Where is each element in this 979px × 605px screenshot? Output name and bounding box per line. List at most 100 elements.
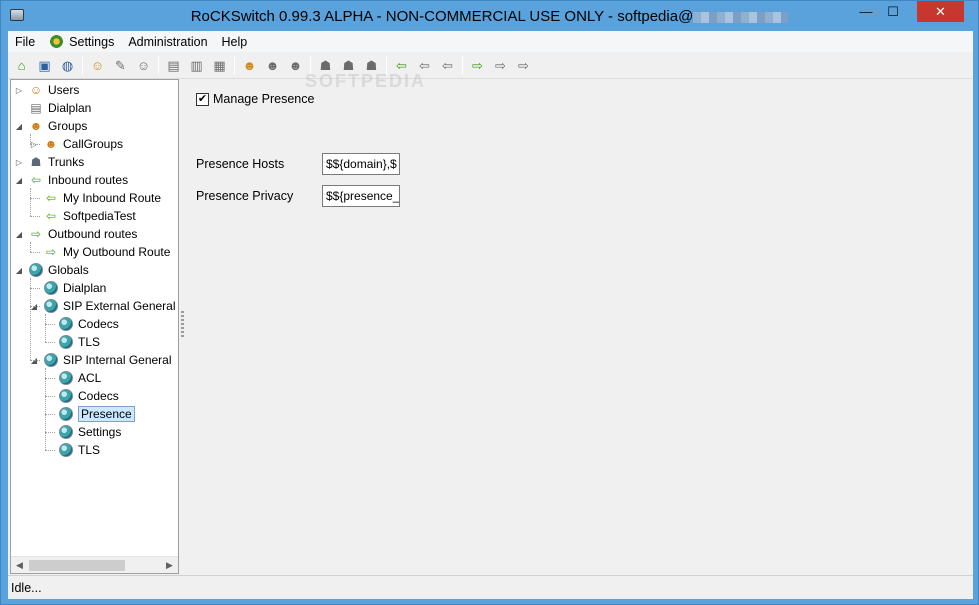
tree-item[interactable]: ☻ CallGroups [43,135,123,153]
tree-expander-icon[interactable]: ◢ [15,230,23,239]
tree-item[interactable]: ⇦ Inbound routes [28,171,128,189]
globe-shape [59,407,73,421]
trunk-icon: ☗ [30,155,42,169]
tree-item[interactable]: ☺ Users [28,81,79,99]
remove-user-icon[interactable]: ☺ [133,55,154,76]
maximize-button[interactable]: ☐ [880,1,906,22]
manage-presence-row[interactable]: ✔ Manage Presence [196,92,314,106]
globe-shape [59,335,73,349]
tree-item[interactable]: ACL [58,369,101,387]
tree-item[interactable]: Codecs [58,387,119,405]
remove-group-icon[interactable]: ☻ [285,55,306,76]
tree-item[interactable]: ⇦ My Inbound Route [43,189,161,207]
navigation-tree[interactable]: ▷ ☺ Users ▤ Dialplan ◢ ☻ Groups ▷ ☻ CallGroups ▷ ☗ Tr… [11,80,178,556]
tree-item[interactable]: Settings [58,423,121,441]
tree-item[interactable]: SIP Internal General [43,351,172,369]
horizontal-scrollbar[interactable]: ◀ ▶ [11,556,178,573]
globe-icon [43,352,59,368]
remove-trunk-icon[interactable]: ☗ [361,55,382,76]
presence-privacy-input[interactable]: $${presence_p [322,185,400,207]
edit-inbound-route-icon[interactable]: ⇦ [414,55,435,76]
tree-connector [45,450,55,451]
tree-connector [30,198,40,199]
tree-item[interactable]: TLS [58,333,100,351]
remove-dialplan-icon[interactable]: ▦ [209,55,230,76]
presence-hosts-input[interactable]: $${domain},$ [322,153,400,175]
globe-icon [43,298,59,314]
tree-item[interactable]: ⇨ My Outbound Route [43,243,170,261]
tree-item-label: Users [48,83,80,97]
globe-shape [59,371,73,385]
edit-outbound-route-icon[interactable]: ⇨ [490,55,511,76]
tree-item-label: Outbound routes [48,227,138,241]
globe-icon [58,442,74,458]
tree-item[interactable]: SIP External General [43,297,176,315]
tree-expander-icon[interactable]: ◢ [15,122,23,131]
remove-inbound-route-icon[interactable]: ⇦ [437,55,458,76]
tree-expander-icon[interactable]: ◢ [15,266,23,275]
toolbar-separator [386,55,387,75]
edit-trunk-icon[interactable]: ☗ [338,55,359,76]
menu-bar: File Settings Administration Help [8,31,973,52]
tree-item-label: Globals [48,263,89,277]
add-dialplan-icon[interactable]: ▤ [163,55,184,76]
toolbar-separator [82,55,83,75]
add-user-icon[interactable]: ☺ [87,55,108,76]
navigation-tree-panel: ▷ ☺ Users ▤ Dialplan ◢ ☻ Groups ▷ ☻ CallGroups ▷ ☗ Tr… [10,79,179,574]
scroll-right-icon[interactable]: ▶ [161,557,178,573]
outbound-arrow-icon: ⇨ [30,227,42,241]
add-trunk-icon[interactable]: ☗ [315,55,336,76]
tree-connector [45,324,55,325]
edit-user-icon[interactable]: ✎ [110,55,131,76]
tree-item[interactable]: Globals [28,261,89,279]
tree-expander-icon[interactable]: ▷ [15,158,23,167]
tree-item[interactable]: ⇦ SoftpediaTest [43,207,136,225]
remove-outbound-route-icon[interactable]: ⇨ [513,55,534,76]
web-export-icon[interactable]: ◍ [57,55,78,76]
close-button[interactable]: ✕ [917,1,964,22]
manage-presence-label: Manage Presence [213,92,315,106]
menu-administration[interactable]: Administration [121,31,214,52]
add-outbound-route-icon[interactable]: ⇨ [467,55,488,76]
toolbar: ⌂ ▣ ◍ ☺ ✎ ☺ ▤ ▥ ▦ ☻ ☻ ☻ ☗ ☗ ☗ ⇦ ⇦ ⇦ ⇨ ⇨ [8,52,973,79]
manage-presence-checkbox[interactable]: ✔ [196,92,209,106]
menu-file[interactable]: File [8,31,42,52]
tree-item-label: SIP Internal General [63,353,172,367]
tree-expander-icon[interactable]: ◢ [15,176,23,185]
globe-shape [44,299,58,313]
globe-shape [44,281,58,295]
dialplan-icon: ▤ [30,101,42,115]
tree-item[interactable]: ⇨ Outbound routes [28,225,137,243]
tree-item-label: TLS [78,443,101,457]
tree-item[interactable]: ☗ Trunks [28,153,85,171]
title-bar[interactable]: RoCKSwitch 0.99.3 ALPHA - NON-COMMERCIAL… [1,1,978,31]
menu-help[interactable]: Help [215,31,255,52]
save-icon[interactable]: ▣ [34,55,55,76]
tree-connector [45,432,55,433]
tree-item[interactable]: ☻ Groups [28,117,88,135]
minimize-button[interactable]: — [853,1,879,22]
globe-icon [58,334,74,350]
edit-group-icon[interactable]: ☻ [262,55,283,76]
tree-connector [30,144,40,145]
tree-item-label: Trunks [48,155,85,169]
tree-item[interactable]: TLS [58,441,100,459]
scroll-thumb[interactable] [29,560,125,571]
edit-dialplan-icon[interactable]: ▥ [186,55,207,76]
tree-item[interactable]: ▤ Dialplan [28,99,91,117]
tree-connector [30,288,40,289]
globe-icon [58,388,74,404]
menu-settings[interactable]: Settings [42,31,121,52]
tree-connector [30,216,40,217]
add-inbound-route-icon[interactable]: ⇦ [391,55,412,76]
tree-connector [30,306,40,307]
tree-item[interactable]: Dialplan [43,279,106,297]
presence-settings-panel: ✔ Manage Presence Presence Hosts $${doma… [186,79,973,574]
tree-expander-icon[interactable]: ▷ [15,86,23,95]
add-group-icon[interactable]: ☻ [239,55,260,76]
splitter-grip[interactable] [181,311,184,339]
home-refresh-icon[interactable]: ⌂ [11,55,32,76]
tree-item[interactable]: Codecs [58,315,119,333]
tree-item[interactable]: Presence [58,405,135,423]
scroll-left-icon[interactable]: ◀ [11,557,28,573]
